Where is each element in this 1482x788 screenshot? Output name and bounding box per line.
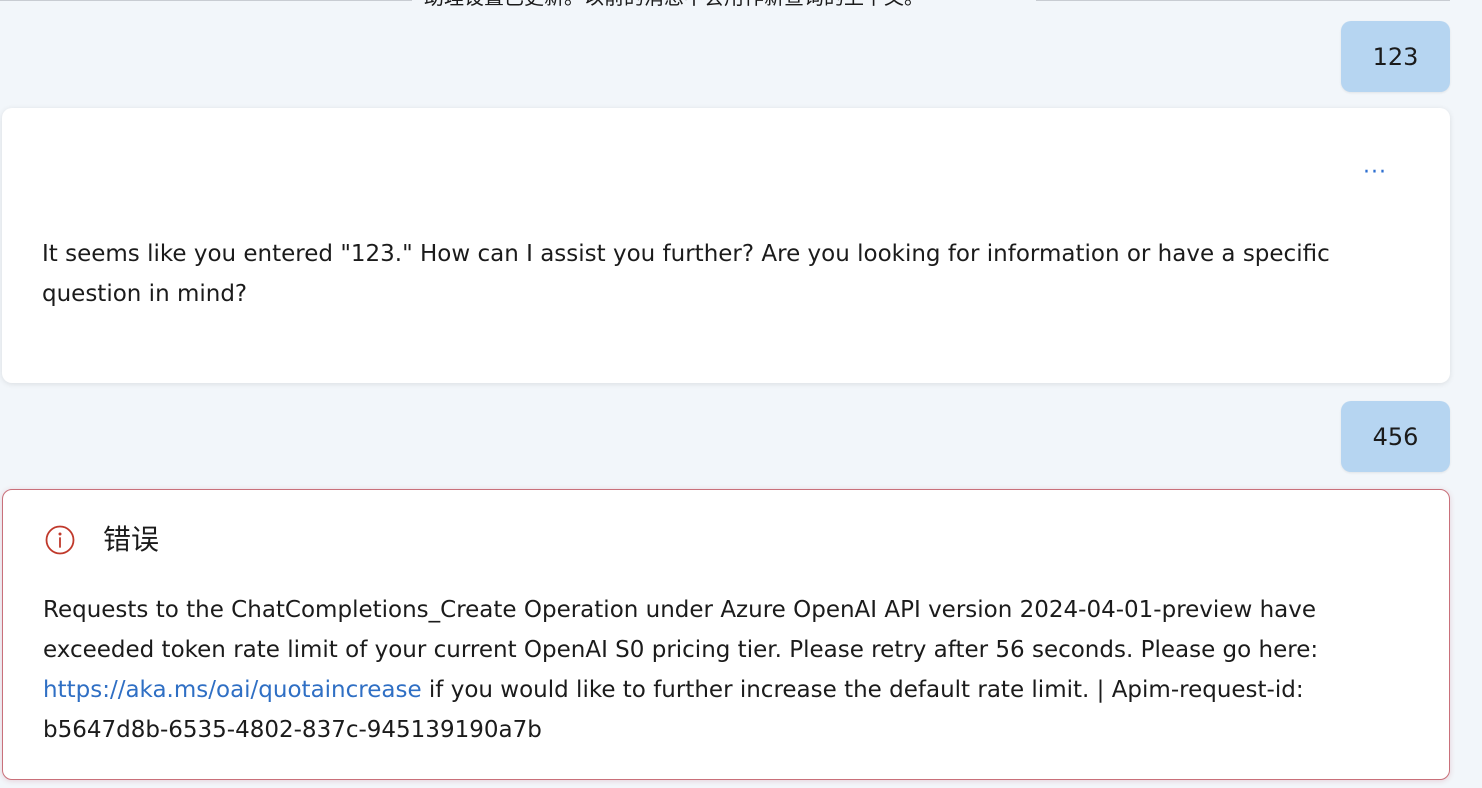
assistant-message-card: ··· It seems like you entered "123." How… <box>2 108 1450 383</box>
notice-divider-right <box>1036 0 1450 1</box>
error-message-card: 错误 Requests to the ChatCompletions_Creat… <box>2 489 1450 780</box>
error-title: 错误 <box>103 523 160 556</box>
error-text-before-link: Requests to the ChatCompletions_Create O… <box>43 597 1319 663</box>
user-message-bubble: 456 <box>1341 401 1450 472</box>
assistant-settings-notice: 助理设置已更新。以前的消息不会用作新查询的上下文。 <box>0 0 1450 12</box>
notice-divider-left <box>0 0 412 1</box>
quota-increase-link[interactable]: https://aka.ms/oai/quotaincrease <box>43 677 422 703</box>
notice-text: 助理设置已更新。以前的消息不会用作新查询的上下文。 <box>424 0 924 10</box>
info-circle-icon <box>45 525 75 555</box>
more-options-button[interactable]: ··· <box>1360 160 1390 185</box>
assistant-message-text: It seems like you entered "123." How can… <box>42 241 1330 307</box>
user-message-bubble: 123 <box>1341 21 1450 92</box>
error-text: Requests to the ChatCompletions_Create O… <box>43 590 1423 750</box>
